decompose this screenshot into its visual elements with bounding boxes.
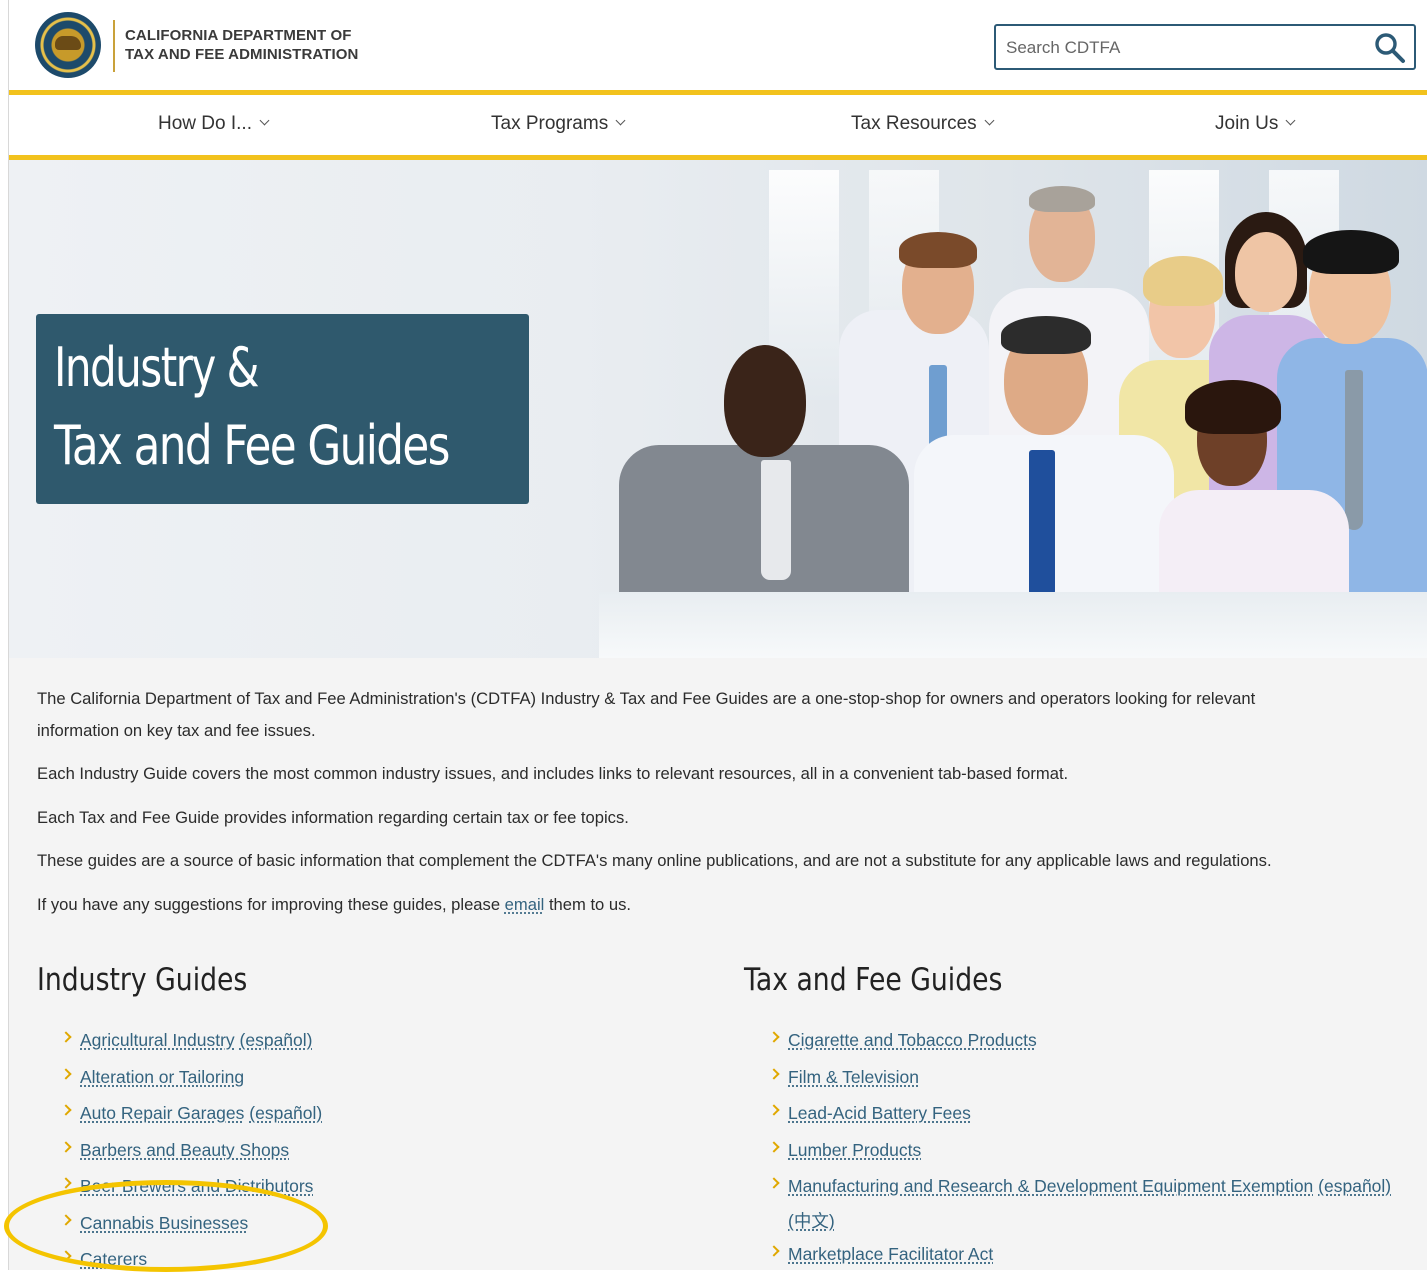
nav-label: Tax Programs bbox=[491, 113, 609, 134]
page: CALIFORNIA DEPARTMENT OF TAX AND FEE ADM… bbox=[8, 0, 1427, 1270]
intro-paragraph-1-line1: The California Department of Tax and Fee… bbox=[37, 689, 1256, 708]
guide-link-agricultural-spanish[interactable]: (español) bbox=[240, 1030, 313, 1050]
hero-title-line1: Industry & bbox=[54, 336, 259, 399]
agency-name[interactable]: CALIFORNIA DEPARTMENT OF TAX AND FEE ADM… bbox=[125, 26, 358, 64]
list-item: Auto Repair Garages (español) bbox=[60, 1103, 322, 1124]
list-item: Film & Television bbox=[768, 1067, 919, 1088]
nav-join-us[interactable]: Join Us bbox=[1215, 113, 1296, 135]
cdtfa-seal-logo[interactable] bbox=[35, 12, 101, 78]
hero-title-line2: Tax and Fee Guides bbox=[54, 414, 450, 477]
guide-link-film-television[interactable]: Film & Television bbox=[788, 1067, 919, 1087]
chevron-right-icon bbox=[768, 1031, 780, 1043]
list-item: (中文) bbox=[788, 1208, 835, 1233]
intro-p5-text: If you have any suggestions for improvin… bbox=[37, 895, 505, 914]
list-item: Marketplace Facilitator Act bbox=[768, 1244, 993, 1265]
guide-link-alteration[interactable]: Alteration or Tailoring bbox=[80, 1067, 244, 1087]
search-box bbox=[994, 24, 1416, 70]
chevron-right-icon bbox=[768, 1245, 780, 1257]
chevron-right-icon bbox=[768, 1068, 780, 1080]
guide-link-marketplace-facilitator[interactable]: Marketplace Facilitator Act bbox=[788, 1244, 993, 1264]
list-item: Agricultural Industry (español) bbox=[60, 1030, 313, 1051]
nav-label: Join Us bbox=[1215, 113, 1279, 134]
chevron-down-icon bbox=[984, 115, 995, 126]
chevron-right-icon bbox=[768, 1141, 780, 1153]
list-item: Cigarette and Tobacco Products bbox=[768, 1030, 1037, 1051]
main-nav: How Do I... Tax Programs Tax Resources J… bbox=[9, 90, 1427, 160]
guide-link-manufacturing-spanish[interactable]: (español) bbox=[1318, 1176, 1391, 1196]
list-item: Barbers and Beauty Shops bbox=[60, 1140, 289, 1161]
nav-label: Tax Resources bbox=[851, 113, 977, 134]
industry-guides-heading: Industry Guides bbox=[37, 962, 248, 998]
hero-table bbox=[599, 592, 1427, 658]
search-icon[interactable] bbox=[1372, 30, 1408, 66]
guide-link-cigarette-tobacco[interactable]: Cigarette and Tobacco Products bbox=[788, 1030, 1037, 1050]
highlight-circle bbox=[4, 1180, 328, 1272]
hero-title-box: Industry & Tax and Fee Guides bbox=[36, 314, 529, 504]
chevron-right-icon bbox=[60, 1141, 72, 1153]
intro-paragraph-1-line2: information on key tax and fee issues. bbox=[37, 721, 316, 740]
intro-paragraph-5: If you have any suggestions for improvin… bbox=[37, 894, 631, 916]
list-item: Lead-Acid Battery Fees bbox=[768, 1103, 971, 1124]
list-item: Alteration or Tailoring bbox=[60, 1067, 244, 1088]
agency-name-line1: CALIFORNIA DEPARTMENT OF bbox=[125, 27, 352, 44]
intro-paragraph-3: Each Tax and Fee Guide provides informat… bbox=[37, 808, 629, 827]
hero-banner: Industry & Tax and Fee Guides bbox=[9, 160, 1427, 658]
intro-paragraph-4: These guides are a source of basic infor… bbox=[37, 851, 1272, 870]
search-input[interactable] bbox=[1004, 34, 1368, 62]
nav-label: How Do I... bbox=[158, 113, 252, 134]
logo-divider bbox=[113, 20, 115, 72]
intro-paragraph-2: Each Industry Guide covers the most comm… bbox=[37, 764, 1069, 783]
chevron-down-icon bbox=[1285, 115, 1296, 126]
chevron-right-icon bbox=[768, 1104, 780, 1116]
guide-link-lead-acid-battery[interactable]: Lead-Acid Battery Fees bbox=[788, 1103, 971, 1123]
nav-tax-resources[interactable]: Tax Resources bbox=[851, 113, 995, 135]
chevron-down-icon bbox=[615, 115, 626, 126]
tax-fee-guides-heading: Tax and Fee Guides bbox=[744, 962, 1003, 998]
list-item: Manufacturing and Research & Development… bbox=[768, 1176, 1391, 1197]
agency-name-line2: TAX AND FEE ADMINISTRATION bbox=[125, 46, 359, 63]
guide-link-agricultural[interactable]: Agricultural Industry bbox=[80, 1030, 235, 1050]
intro-p5-text-end: them to us. bbox=[544, 895, 632, 914]
chevron-right-icon bbox=[60, 1177, 72, 1189]
guide-link-lumber[interactable]: Lumber Products bbox=[788, 1140, 921, 1160]
guide-link-auto-repair[interactable]: Auto Repair Garages bbox=[80, 1103, 244, 1123]
chevron-right-icon bbox=[768, 1177, 780, 1189]
nav-tax-programs[interactable]: Tax Programs bbox=[491, 113, 626, 135]
nav-how-do-i[interactable]: How Do I... bbox=[158, 113, 270, 135]
bear-icon bbox=[55, 36, 81, 50]
guide-link-auto-repair-spanish[interactable]: (español) bbox=[249, 1103, 322, 1123]
guide-link-manufacturing-chinese[interactable]: (中文) bbox=[788, 1211, 835, 1231]
guide-link-manufacturing-rd[interactable]: Manufacturing and Research & Development… bbox=[788, 1176, 1313, 1196]
email-link[interactable]: email bbox=[505, 895, 545, 914]
chevron-right-icon bbox=[60, 1104, 72, 1116]
chevron-down-icon bbox=[259, 115, 270, 126]
guide-link-barbers[interactable]: Barbers and Beauty Shops bbox=[80, 1140, 289, 1160]
chevron-right-icon bbox=[60, 1031, 72, 1043]
chevron-right-icon bbox=[60, 1068, 72, 1080]
list-item: Lumber Products bbox=[768, 1140, 921, 1161]
site-header: CALIFORNIA DEPARTMENT OF TAX AND FEE ADM… bbox=[9, 0, 1427, 90]
